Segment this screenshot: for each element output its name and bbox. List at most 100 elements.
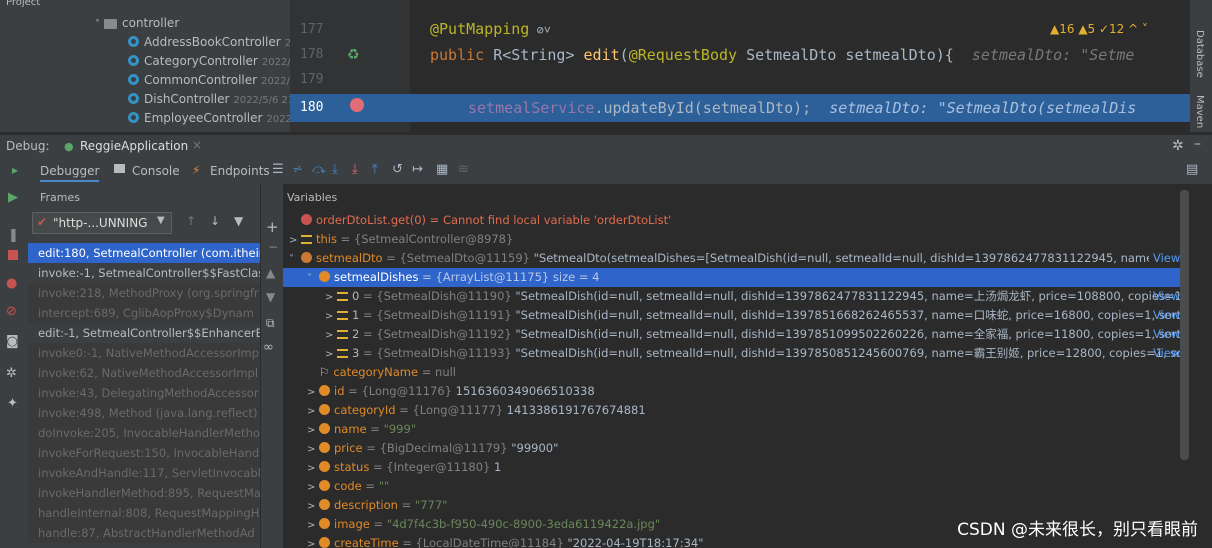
stack-frame[interactable]: invokeHandlerMethod:895, RequestMa — [28, 483, 260, 503]
variable-row[interactable]: > price = {BigDecimal@11179} "99900" — [283, 439, 1183, 458]
filter-icon[interactable]: ▼ — [234, 214, 243, 228]
chevron-down-icon[interactable]: ˅ — [307, 269, 319, 288]
trace-icon[interactable]: ≋ — [458, 162, 469, 177]
chevron-right-icon[interactable]: > — [325, 307, 337, 326]
tree-item-dish[interactable]: DishController2022/5/6 21: — [128, 90, 290, 109]
bean-gutter-icon[interactable]: ♻ — [347, 47, 360, 63]
remove-watch-icon[interactable]: − — [268, 240, 278, 254]
stack-frame[interactable]: invokeForRequest:150, InvocableHandl — [28, 443, 260, 463]
chevron-right-icon[interactable]: > — [307, 383, 319, 402]
chevron-right-icon[interactable]: > — [307, 440, 319, 459]
variable-row[interactable]: >1 = {SetmealDish@11191} "SetmealDish(id… — [283, 306, 1185, 326]
move-down-icon[interactable]: ▼ — [266, 290, 275, 304]
breakpoint-icon[interactable] — [350, 98, 364, 112]
chevron-right-icon[interactable]: > — [325, 326, 337, 345]
chevron-right-icon[interactable]: > — [307, 459, 319, 478]
up-arrow-icon[interactable]: ↑ — [186, 214, 196, 228]
stack-frame[interactable]: invokeAndHandle:117, ServletInvocabl — [28, 463, 260, 483]
variable-row[interactable]: > categoryId = {Long@11177} 1413386191767… — [283, 401, 1183, 420]
step-out-icon[interactable]: ⤒ — [372, 162, 378, 177]
thread-select[interactable]: ✔ "http-...UNNING ▼ — [32, 212, 172, 234]
chevron-down-icon[interactable]: ˅ — [289, 250, 301, 269]
stack-frame[interactable]: handleInternal:808, RequestMappingH — [28, 503, 260, 523]
drop-frame-icon[interactable]: ↺ — [392, 162, 403, 177]
rerun-icon[interactable]: ▶ — [8, 190, 18, 205]
show-execution-point-icon[interactable]: ⩫ — [292, 162, 303, 177]
stack-frame[interactable]: invoke:-1, SetmealController$$FastClas — [28, 263, 260, 283]
variable-row[interactable]: ⚐ categoryName = null — [283, 363, 1183, 382]
chevron-right-icon[interactable]: > — [307, 497, 319, 516]
camera-icon[interactable]: ◙ — [6, 334, 19, 349]
step-over-icon[interactable]: ⤼ — [312, 162, 326, 177]
watches-toggle-icon[interactable]: ∞ — [263, 340, 274, 355]
pin-icon[interactable]: ✦ — [7, 396, 18, 411]
inspection-summary[interactable]: ▲16 ▲5 ✓12 ^ ˅ — [1050, 22, 1148, 36]
stack-frame[interactable]: invoke:62, NativeMethodAccessorImpl — [28, 363, 260, 383]
gear-icon[interactable]: ✲ — [1172, 138, 1184, 154]
variable-row[interactable]: orderDtoList.get(0) = Cannot find local … — [283, 211, 1183, 230]
chevron-right-icon[interactable]: > — [307, 535, 319, 548]
variable-row[interactable]: > name = "999" — [283, 420, 1183, 439]
chevron-right-icon[interactable]: > — [307, 516, 319, 535]
stack-frame[interactable]: doInvoke:205, InvocableHandlerMetho — [28, 423, 260, 443]
layout-settings-icon[interactable]: ▤ — [1186, 162, 1198, 177]
chevron-right-icon[interactable]: > — [325, 345, 337, 364]
view-breakpoints-icon[interactable]: ● — [6, 276, 17, 291]
tree-folder-controller[interactable]: ˅ controller — [95, 14, 179, 33]
variable-row[interactable]: >2 = {SetmealDish@11192} "SetmealDish(id… — [283, 325, 1185, 345]
stack-frame[interactable]: invoke:498, Method (java.lang.reflect) — [28, 403, 260, 423]
variable-row[interactable]: ˅ setmealDishes = {ArrayList@11175} size … — [283, 268, 1183, 287]
view-link[interactable]: View — [1153, 287, 1180, 306]
run-to-cursor-icon[interactable]: ↦ — [412, 162, 423, 177]
copy-icon[interactable]: ⧉ — [266, 316, 275, 331]
resume-icon[interactable]: ▸ — [12, 163, 18, 177]
maven-tool-tab[interactable]: Maven — [1194, 95, 1205, 128]
down-arrow-icon[interactable]: ↓ — [210, 214, 220, 228]
step-into-icon[interactable]: ⤓ — [332, 162, 338, 177]
stack-frame[interactable]: intercept:689, CglibAopProxy$Dynam — [28, 303, 260, 323]
force-step-into-icon[interactable]: ⤓ — [352, 162, 358, 177]
move-up-icon[interactable]: ▲ — [266, 266, 275, 280]
chevron-right-icon[interactable]: > — [307, 421, 319, 440]
variable-row[interactable]: > id = {Long@11176} 1516360349066510338 — [283, 382, 1183, 401]
database-tool-tab[interactable]: Database — [1194, 30, 1205, 78]
tab-console[interactable]: Console — [132, 162, 180, 180]
stop-icon[interactable] — [8, 250, 18, 260]
project-header-label[interactable]: Project — [6, 0, 40, 8]
stack-frame[interactable]: invoke0:-1, NativeMethodAccessorImp — [28, 343, 260, 363]
variable-row[interactable]: >3 = {SetmealDish@11193} "SetmealDish(id… — [283, 344, 1185, 364]
stack-frame[interactable]: invoke:43, DelegatingMethodAccessor — [28, 383, 260, 403]
minimize-icon[interactable]: – — [1194, 136, 1201, 152]
tree-item-addressbook[interactable]: AddressBookController202 — [128, 33, 290, 52]
evaluate-icon[interactable]: ▦ — [436, 162, 448, 177]
settings-icon[interactable]: ✲ — [6, 366, 17, 381]
menu-icon[interactable]: ☰ — [272, 162, 284, 177]
stack-frame[interactable]: edit:-1, SetmealController$$EnhancerB — [28, 323, 260, 343]
tree-item-category[interactable]: CategoryController2022/4/ — [128, 52, 290, 71]
tab-debugger[interactable]: Debugger — [40, 162, 100, 182]
run-config-tab[interactable]: ReggieApplication — [80, 139, 188, 153]
variable-row[interactable]: ˅ setmealDto = {SetmealDto@11159} "Setmea… — [283, 249, 1183, 268]
stack-frame[interactable]: edit:180, SetmealController (com.itheir — [28, 243, 260, 263]
view-link[interactable]: View — [1153, 325, 1180, 344]
tab-endpoints[interactable]: Endpoints — [210, 162, 270, 180]
variable-row[interactable]: > this = {SetmealController@8978} — [283, 230, 1183, 249]
tree-item-employee[interactable]: EmployeeController2022/4 — [128, 109, 290, 128]
chevron-right-icon[interactable]: > — [325, 288, 337, 307]
stack-frame[interactable]: invoke:218, MethodProxy (org.springfr — [28, 283, 260, 303]
tree-item-common[interactable]: CommonController2022/4/ — [128, 71, 290, 90]
close-icon[interactable]: × — [192, 138, 202, 152]
variable-row[interactable]: > description = "777" — [283, 496, 1183, 515]
mute-breakpoints-icon[interactable]: ⊘ — [6, 304, 17, 319]
chevron-right-icon[interactable]: > — [289, 231, 301, 250]
chevron-right-icon[interactable]: > — [307, 478, 319, 497]
variable-row[interactable]: > code = "" — [283, 477, 1183, 496]
view-link[interactable]: View — [1153, 344, 1180, 363]
view-link[interactable]: View — [1153, 306, 1180, 325]
variable-row[interactable]: > status = {Integer@11180} 1 — [283, 458, 1183, 477]
variable-row[interactable]: >0 = {SetmealDish@11190} "SetmealDish(id… — [283, 287, 1185, 307]
chevron-right-icon[interactable]: > — [307, 402, 319, 421]
view-link[interactable]: View — [1153, 249, 1180, 268]
add-watch-icon[interactable]: + — [266, 218, 279, 236]
pause-icon[interactable]: ❚ — [8, 228, 19, 243]
